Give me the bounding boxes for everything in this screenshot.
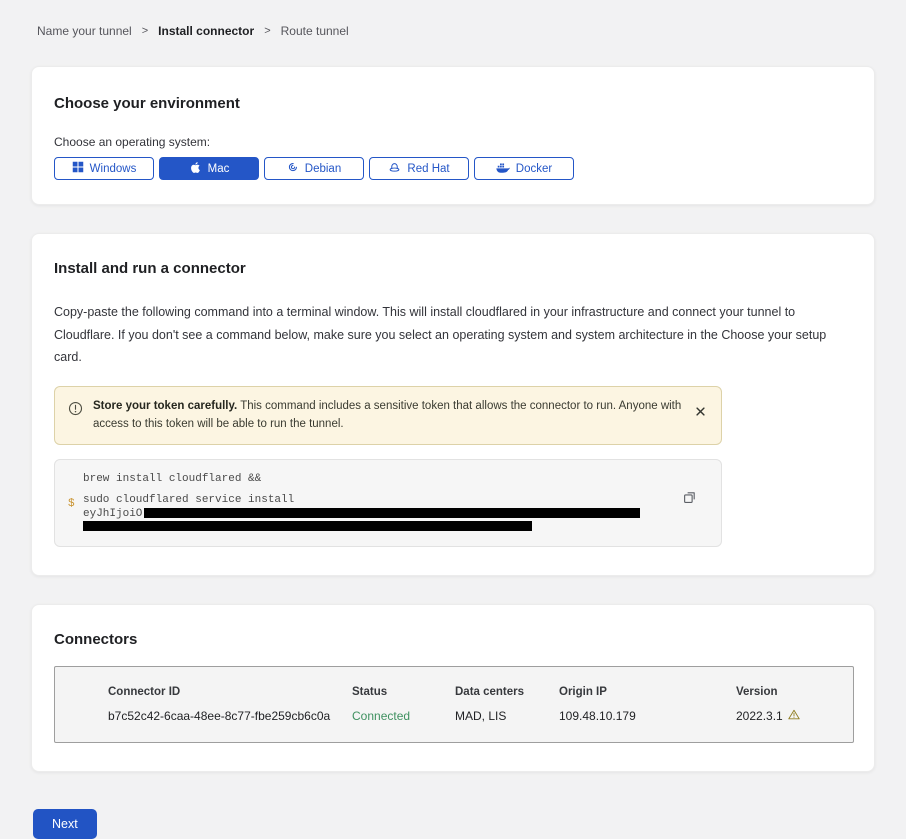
code-line-token: eyJhIjoiO <box>83 508 661 520</box>
breadcrumb: Name your tunnel > Install connector > R… <box>37 0 875 38</box>
page-content: Name your tunnel > Install connector > R… <box>31 0 875 839</box>
os-button-windows[interactable]: Windows <box>54 157 154 180</box>
column-header-status: Status <box>352 686 455 698</box>
os-button-label: Docker <box>516 163 552 175</box>
shell-prompt: $ <box>68 498 75 510</box>
install-command-code-block: $ brew install cloudflared && sudo cloud… <box>54 459 722 547</box>
data-centers-value: MAD, LIS <box>455 709 559 723</box>
info-circle-icon <box>68 401 83 421</box>
install-description: Copy-paste the following command into a … <box>54 301 845 369</box>
os-button-docker[interactable]: Docker <box>474 157 574 180</box>
code-line-brew: brew install cloudflared && <box>83 474 661 485</box>
close-icon[interactable] <box>692 403 709 420</box>
connectors-card-title: Connectors <box>54 631 852 648</box>
column-header-origin-ip: Origin IP <box>559 686 736 698</box>
docker-logo-icon <box>496 162 510 176</box>
os-button-mac[interactable]: Mac <box>159 157 259 180</box>
breadcrumb-name-your-tunnel[interactable]: Name your tunnel <box>37 24 132 38</box>
breadcrumb-install-connector[interactable]: Install connector <box>158 24 254 38</box>
token-warning-bold: Store your token carefully. <box>93 400 237 412</box>
copy-icon[interactable] <box>680 488 699 507</box>
os-button-redhat[interactable]: Red Hat <box>369 157 469 180</box>
os-button-debian[interactable]: Debian <box>264 157 364 180</box>
column-header-data-centers: Data centers <box>455 686 559 698</box>
redacted-token-bar <box>83 521 532 531</box>
column-header-connector-id: Connector ID <box>108 686 352 698</box>
redhat-logo-icon <box>388 161 401 177</box>
code-line-service-install: sudo cloudflared service install <box>83 495 661 506</box>
connectors-card: Connectors Connector ID Status Data cent… <box>31 604 875 772</box>
breadcrumb-separator: > <box>142 25 148 37</box>
origin-ip-value: 109.48.10.179 <box>559 709 736 723</box>
token-warning-banner: Store your token carefully. This command… <box>54 386 722 446</box>
os-select-label: Choose an operating system: <box>54 135 852 149</box>
os-button-label: Debian <box>305 163 341 175</box>
column-header-version: Version <box>736 686 843 698</box>
breadcrumb-separator: > <box>264 25 270 37</box>
apple-logo-icon <box>189 161 202 177</box>
table-row: b7c52c42-6caa-48ee-8c77-fbe259cb6c0a Con… <box>108 709 843 723</box>
token-prefix: eyJhIjoiO <box>83 508 142 520</box>
connector-id-value: b7c52c42-6caa-48ee-8c77-fbe259cb6c0a <box>108 709 352 723</box>
next-button[interactable]: Next <box>33 809 97 839</box>
version-value: 2022.3.1 <box>736 709 843 723</box>
install-card-title: Install and run a connector <box>54 260 845 277</box>
windows-logo-icon <box>72 161 84 176</box>
install-connector-card: Install and run a connector Copy-paste t… <box>31 233 875 576</box>
status-badge: Connected <box>352 709 455 723</box>
os-button-label: Mac <box>208 163 230 175</box>
version-number: 2022.3.1 <box>736 709 783 723</box>
os-button-group: Windows Mac Debian Red Hat <box>54 157 852 180</box>
warning-triangle-icon <box>788 709 800 723</box>
os-button-label: Windows <box>90 163 137 175</box>
debian-logo-icon <box>287 161 299 176</box>
token-warning-text: Store your token carefully. This command… <box>93 397 682 435</box>
redacted-token-bar <box>144 508 640 518</box>
os-button-label: Red Hat <box>407 163 449 175</box>
connectors-table: Connector ID Status Data centers Origin … <box>54 666 854 743</box>
connectors-table-header: Connector ID Status Data centers Origin … <box>108 686 843 698</box>
environment-card-title: Choose your environment <box>54 95 852 112</box>
environment-card: Choose your environment Choose an operat… <box>31 66 875 205</box>
breadcrumb-route-tunnel[interactable]: Route tunnel <box>281 24 349 38</box>
